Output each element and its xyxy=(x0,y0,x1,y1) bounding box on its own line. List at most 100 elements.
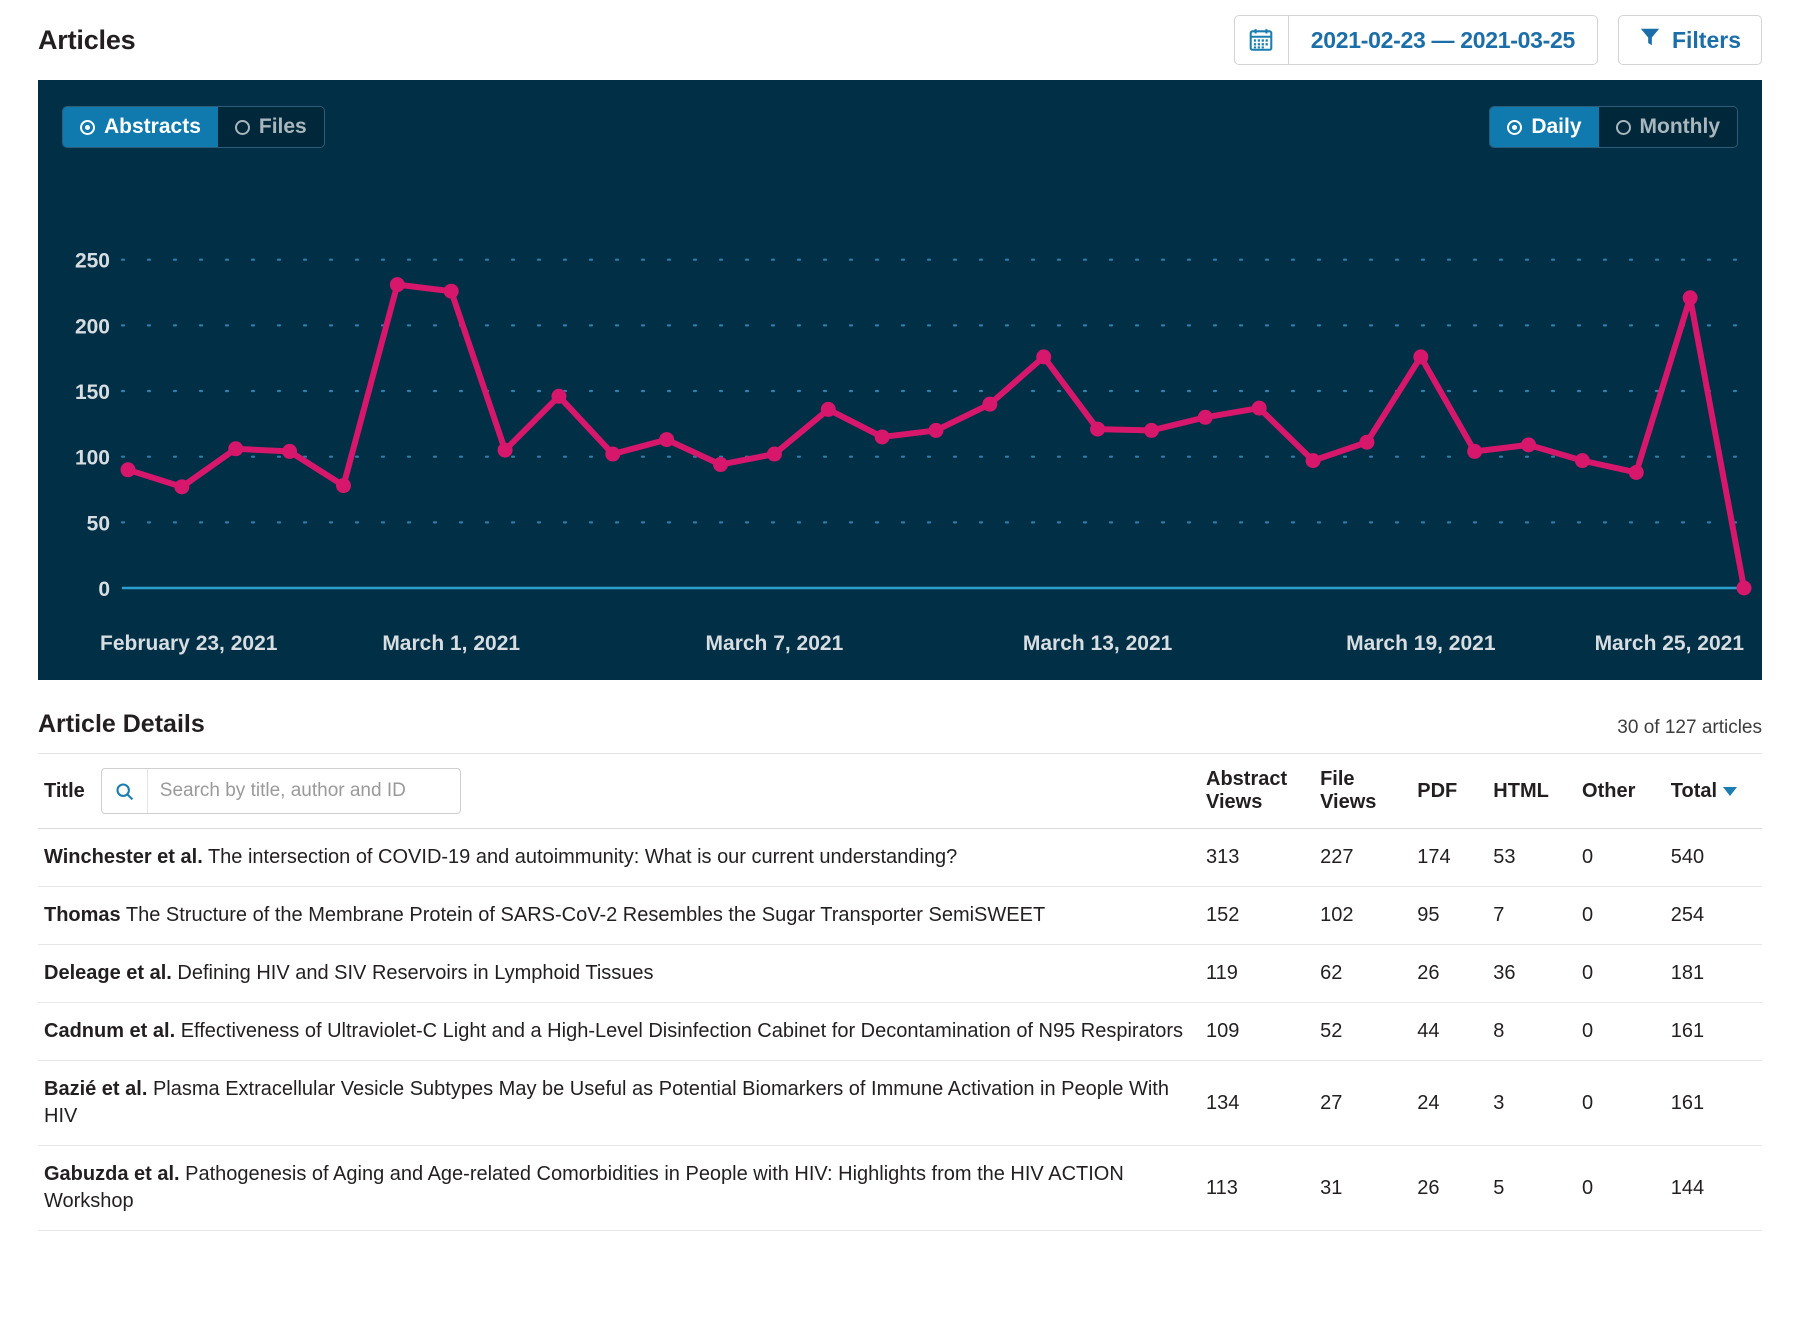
data-point[interactable] xyxy=(497,442,513,458)
data-point[interactable] xyxy=(1036,349,1052,365)
y-tick-label: 100 xyxy=(75,447,110,470)
cell-title: Winchester et al. The intersection of CO… xyxy=(38,828,1200,887)
row-author: Deleage et al. xyxy=(44,962,172,984)
column-file-views[interactable]: File Views xyxy=(1314,754,1412,829)
cell-total: 540 xyxy=(1664,828,1762,887)
data-point[interactable] xyxy=(1359,434,1375,450)
data-point[interactable] xyxy=(228,441,244,457)
cell-html: 53 xyxy=(1487,828,1577,887)
date-range-value[interactable]: 2021-02-23 — 2021-03-25 xyxy=(1289,16,1597,64)
data-point[interactable] xyxy=(928,422,944,438)
data-point[interactable] xyxy=(335,478,351,494)
data-point[interactable] xyxy=(1521,437,1537,453)
column-abstract-views[interactable]: Abstract Views xyxy=(1200,754,1315,829)
data-point[interactable] xyxy=(1251,400,1267,416)
x-tick-label: March 25, 2021 xyxy=(1595,632,1745,655)
x-tick-label: March 19, 2021 xyxy=(1346,632,1496,655)
data-point[interactable] xyxy=(1736,580,1752,596)
cell-html: 3 xyxy=(1487,1060,1577,1146)
cell-other: 0 xyxy=(1576,1002,1665,1061)
data-point[interactable] xyxy=(174,479,190,495)
search-input[interactable] xyxy=(147,769,460,813)
date-range-picker[interactable]: 2021-02-23 — 2021-03-25 xyxy=(1233,15,1598,65)
y-tick-label: 50 xyxy=(87,512,110,535)
column-pdf[interactable]: PDF xyxy=(1411,754,1488,829)
row-title: Effectiveness of Ultraviolet-C Light and… xyxy=(175,1020,1184,1042)
articles-table: Title Abstract Views xyxy=(38,754,1762,1231)
column-other[interactable]: Other xyxy=(1576,754,1665,829)
cell-title: Gabuzda et al. Pathogenesis of Aging and… xyxy=(38,1145,1200,1231)
table-header-row: Title Abstract Views xyxy=(38,754,1762,829)
article-details-title: Article Details xyxy=(38,710,205,738)
cell-other: 0 xyxy=(1576,1145,1665,1231)
data-point[interactable] xyxy=(1628,464,1644,480)
row-author: Bazié et al. xyxy=(44,1078,148,1100)
data-point[interactable] xyxy=(1090,421,1106,437)
row-title: The intersection of COVID-19 and autoimm… xyxy=(202,846,958,868)
cell-file-views: 27 xyxy=(1314,1060,1412,1146)
table-row[interactable]: Bazié et al. Plasma Extracellular Vesicl… xyxy=(38,1060,1762,1146)
chart-panel: Abstracts Files Daily Monthly 0 50 100 150 2… xyxy=(38,80,1762,680)
cell-total: 161 xyxy=(1664,1060,1762,1146)
cell-title: Thomas The Structure of the Membrane Pro… xyxy=(38,886,1200,945)
table-row[interactable]: Thomas The Structure of the Membrane Pro… xyxy=(38,886,1762,945)
cell-total: 161 xyxy=(1664,1002,1762,1061)
data-point[interactable] xyxy=(1305,453,1321,469)
data-point[interactable] xyxy=(1413,349,1429,365)
cell-pdf: 26 xyxy=(1411,944,1488,1003)
data-point[interactable] xyxy=(874,429,890,445)
search-icon[interactable] xyxy=(102,769,148,813)
funnel-icon xyxy=(1639,26,1661,54)
table-row[interactable]: Gabuzda et al. Pathogenesis of Aging and… xyxy=(38,1145,1762,1231)
row-title: Pathogenesis of Aging and Age-related Co… xyxy=(44,1163,1124,1212)
header-controls: 2021-02-23 — 2021-03-25 Filters xyxy=(1233,15,1762,65)
cell-pdf: 26 xyxy=(1411,1145,1488,1231)
row-author: Gabuzda et al. xyxy=(44,1163,180,1185)
data-point[interactable] xyxy=(659,432,675,448)
column-total[interactable]: Total xyxy=(1664,754,1762,829)
row-author: Thomas xyxy=(44,904,121,926)
cell-abstract-views: 134 xyxy=(1200,1060,1315,1146)
cell-html: 5 xyxy=(1487,1145,1577,1231)
data-point[interactable] xyxy=(713,457,729,473)
data-point[interactable] xyxy=(389,277,405,293)
data-point[interactable] xyxy=(1197,409,1213,425)
data-point[interactable] xyxy=(766,446,782,462)
data-point[interactable] xyxy=(443,283,459,299)
data-point[interactable] xyxy=(1574,453,1590,469)
x-tick-label: February 23, 2021 xyxy=(100,632,278,655)
cell-abstract-views: 152 xyxy=(1200,886,1315,945)
cell-abstract-views: 313 xyxy=(1200,828,1315,887)
data-point[interactable] xyxy=(1143,422,1159,438)
page-header: Articles 2021-02-23 — 2021-03-25 Filters xyxy=(0,0,1800,80)
cell-total: 181 xyxy=(1664,944,1762,1003)
data-point[interactable] xyxy=(120,462,136,478)
cell-pdf: 24 xyxy=(1411,1060,1488,1146)
cell-other: 0 xyxy=(1576,1060,1665,1146)
cell-file-views: 227 xyxy=(1314,828,1412,887)
sort-desc-icon xyxy=(1723,786,1738,796)
cell-title: Cadnum et al. Effectiveness of Ultraviol… xyxy=(38,1002,1200,1061)
y-tick-label: 250 xyxy=(75,250,110,273)
data-point[interactable] xyxy=(1682,290,1698,306)
calendar-icon[interactable] xyxy=(1235,16,1289,64)
column-html[interactable]: HTML xyxy=(1487,754,1577,829)
x-tick-label: March 13, 2021 xyxy=(1023,632,1173,655)
table-row[interactable]: Winchester et al. The intersection of CO… xyxy=(38,828,1762,887)
filters-button[interactable]: Filters xyxy=(1617,15,1762,65)
chart-canvas: 0 50 100 150 200 250 February 23, 2021 March 1,… xyxy=(75,250,1752,655)
cell-total: 254 xyxy=(1664,886,1762,945)
cell-title: Bazié et al. Plasma Extracellular Vesicl… xyxy=(38,1060,1200,1146)
table-row[interactable]: Cadnum et al. Effectiveness of Ultraviol… xyxy=(38,1002,1762,1061)
data-point[interactable] xyxy=(605,446,621,462)
data-point[interactable] xyxy=(982,396,998,412)
row-title: Plasma Extracellular Vesicle Subtypes Ma… xyxy=(44,1078,1169,1127)
search-box[interactable] xyxy=(100,768,461,814)
data-point[interactable] xyxy=(551,388,567,404)
data-point[interactable] xyxy=(282,443,298,459)
table-row[interactable]: Deleage et al. Defining HIV and SIV Rese… xyxy=(38,944,1762,1003)
data-point[interactable] xyxy=(820,401,836,417)
filters-label: Filters xyxy=(1671,26,1741,53)
cell-html: 8 xyxy=(1487,1002,1577,1061)
data-point[interactable] xyxy=(1467,443,1483,459)
